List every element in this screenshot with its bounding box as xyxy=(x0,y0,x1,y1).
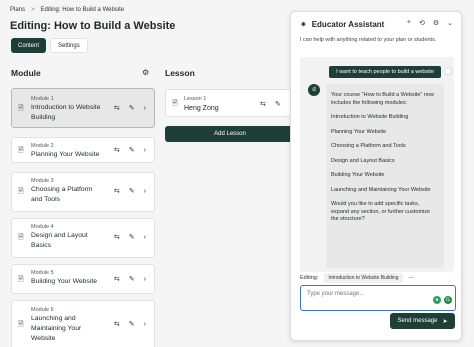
assistant-message-line: Launching and Maintaining Your Website xyxy=(331,186,431,193)
module-title: Planning Your Website xyxy=(31,151,100,158)
edit-icon[interactable]: ✎ xyxy=(129,320,135,328)
assistant-title: Educator Assistant xyxy=(311,20,385,29)
document-icon: 🗎 xyxy=(18,147,24,154)
chevron-right-icon[interactable]: › xyxy=(144,147,146,154)
chevron-down-icon[interactable]: ⌄ xyxy=(447,19,453,27)
grammarly-icon[interactable]: G xyxy=(444,296,452,304)
lesson-number: Lesson 1 xyxy=(184,96,207,102)
tab-bar: Content Settings xyxy=(11,38,88,53)
send-message-button[interactable]: Send message ➤ xyxy=(390,313,455,329)
assistant-message-line: Your course "How to Build a Website" now… xyxy=(331,92,434,106)
module-number: Module 4 xyxy=(31,224,54,230)
module-title: Introduction to Website Building xyxy=(31,104,101,121)
document-icon: 🗎 xyxy=(18,188,24,195)
module-card-3[interactable]: 🗎 Module 3 Choosing a Platform and Tools… xyxy=(11,172,155,212)
settings-icon[interactable]: ⚙ xyxy=(433,19,439,27)
edit-icon[interactable]: ✎ xyxy=(129,146,135,154)
tab-content[interactable]: Content xyxy=(11,38,47,53)
edit-icon[interactable]: ✎ xyxy=(129,187,135,195)
breadcrumb-separator: > xyxy=(31,7,35,13)
module-title: Launching and Maintaining Your Website xyxy=(31,315,82,342)
gear-icon[interactable]: ⚙ xyxy=(142,68,149,77)
reorder-icon[interactable]: ⇆ xyxy=(260,100,266,108)
lesson-heading: Lesson xyxy=(165,68,195,78)
page-title: Editing: How to Build a Website xyxy=(10,20,176,32)
module-card-4[interactable]: 🗎 Module 4 Design and Layout Basics ⇆ ✎ … xyxy=(11,218,155,258)
assistant-panel: ✷ Educator Assistant + ⟲ ⚙ ⌄ I can help … xyxy=(290,11,462,341)
reorder-icon[interactable]: ⇆ xyxy=(114,320,120,328)
document-icon: 🗎 xyxy=(172,100,178,107)
lesson-card-1[interactable]: 🗎 Lesson 1 Heng Zong ⇆ ✎ xyxy=(165,89,295,117)
editing-chip[interactable]: Introduction to Website Building xyxy=(324,273,403,283)
editing-context: Editing: Introduction to Website Buildin… xyxy=(300,273,414,283)
module-number: Module 3 xyxy=(31,178,54,184)
module-number: Module 1 xyxy=(31,96,54,102)
assistant-message-line: Design and Layout Basics xyxy=(331,157,395,164)
chat-area[interactable]: I want to teach people to build a websit… xyxy=(300,57,454,272)
edit-icon[interactable]: ✎ xyxy=(129,275,135,283)
document-icon: 🗎 xyxy=(18,321,24,328)
user-avatar xyxy=(444,67,452,75)
reorder-icon[interactable]: ⇆ xyxy=(114,233,120,241)
document-icon: 🗎 xyxy=(18,234,24,241)
chevron-right-icon[interactable]: › xyxy=(144,234,146,241)
module-card-5[interactable]: 🗎 Module 5 Building Your Website ⇆ ✎ › xyxy=(11,264,155,294)
assistant-subtitle: I can help with anything related to your… xyxy=(300,37,437,43)
edit-icon[interactable]: ✎ xyxy=(275,100,281,108)
breadcrumb: Plans > Editing: How to Build a Website xyxy=(10,7,124,13)
add-lesson-button[interactable]: Add Lesson xyxy=(165,126,295,142)
send-label: Send message xyxy=(397,318,438,324)
reorder-icon[interactable]: ⇆ xyxy=(114,187,120,195)
send-icon: ➤ xyxy=(442,318,448,325)
lesson-title: Heng Zong xyxy=(184,105,219,112)
module-number: Module 2 xyxy=(31,143,54,149)
module-card-2[interactable]: 🗎 Module 2 Planning Your Website ⇆ ✎ › xyxy=(11,137,155,163)
document-icon: 🗎 xyxy=(18,276,24,283)
user-message: I want to teach people to build a websit… xyxy=(329,66,441,78)
module-number: Module 6 xyxy=(31,307,54,313)
module-number: Module 5 xyxy=(31,270,54,276)
assistant-message: Your course "How to Build a Website" now… xyxy=(326,84,444,268)
module-title: Building Your Website xyxy=(31,278,98,285)
chevron-right-icon[interactable]: › xyxy=(144,105,146,112)
tab-settings[interactable]: Settings xyxy=(50,38,88,53)
reorder-icon[interactable]: ⇆ xyxy=(114,275,120,283)
assistant-message-line: Choosing a Platform and Tools xyxy=(331,143,406,149)
module-card-6[interactable]: 🗎 Module 6 Launching and Maintaining You… xyxy=(11,300,155,347)
dash-icon: — xyxy=(408,275,414,281)
chevron-right-icon[interactable]: › xyxy=(144,321,146,328)
module-card-1[interactable]: 🗎 Module 1 Introduction to Website Build… xyxy=(11,88,155,128)
assistant-message-line: Building Your Website xyxy=(331,172,385,178)
assistant-avatar: d xyxy=(308,84,320,96)
document-icon: 🗎 xyxy=(18,105,24,112)
scroll-marker: · xyxy=(2,219,4,225)
module-title: Design and Layout Basics xyxy=(31,232,88,249)
reorder-icon[interactable]: ⇆ xyxy=(114,104,120,112)
breadcrumb-plans-link[interactable]: Plans xyxy=(10,7,25,13)
module-title: Choosing a Platform and Tools xyxy=(31,186,93,203)
breadcrumb-current: Editing: How to Build a Website xyxy=(40,7,125,13)
assistant-message-line: Planning Your Website xyxy=(331,128,387,135)
edit-icon[interactable]: ✎ xyxy=(129,104,135,112)
chevron-right-icon[interactable]: › xyxy=(144,188,146,195)
edit-icon[interactable]: ✎ xyxy=(129,233,135,241)
assistant-message-line: Introduction to Website Building xyxy=(331,114,409,120)
microphone-icon[interactable]: ● xyxy=(433,296,441,304)
plus-icon[interactable]: + xyxy=(407,19,411,27)
assistant-message-line: Would you like to add specific tasks, ex… xyxy=(331,201,431,222)
message-input[interactable]: Type your message... ● G xyxy=(300,285,456,311)
reorder-icon[interactable]: ⇆ xyxy=(114,146,120,154)
module-heading: Module xyxy=(11,68,41,78)
chevron-right-icon[interactable]: › xyxy=(144,276,146,283)
message-placeholder: Type your message... xyxy=(307,291,365,297)
sparkle-icon: ✷ xyxy=(300,20,307,29)
editing-label: Editing: xyxy=(300,275,319,281)
history-icon[interactable]: ⟲ xyxy=(419,19,425,27)
